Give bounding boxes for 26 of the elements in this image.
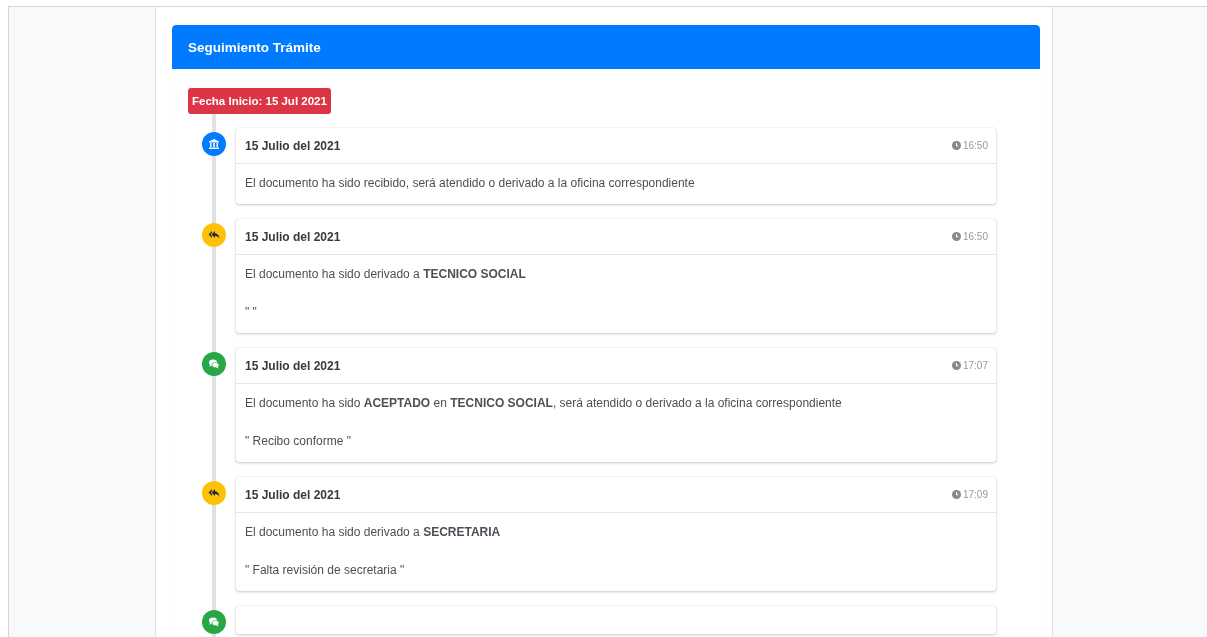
event-time: 17:09 <box>962 489 988 500</box>
reply-all-icon <box>208 229 220 241</box>
event-note: " Falta revisión de secretaria " <box>245 563 406 577</box>
comments-icon <box>208 616 220 628</box>
event-date: 15 Julio del 2021 <box>245 229 341 244</box>
event-date: 15 Julio del 2021 <box>245 358 341 373</box>
event-time: 17:07 <box>962 360 988 371</box>
event-message: El documento ha sido ACEPTADO en TECNICO SOCIAL, será atendido o derivado a la oficina correspondiente <box>245 396 843 410</box>
card-title: Seguimiento Trámite <box>172 25 1040 69</box>
event-note: " Recibo conforme " <box>245 434 352 448</box>
bank-icon <box>208 138 220 150</box>
clock-icon <box>951 232 961 241</box>
event-time: 16:50 <box>962 140 988 151</box>
event-message: El documento ha sido derivado a SECRETARIA <box>245 525 502 539</box>
clock-icon <box>951 490 961 499</box>
reply-all-icon <box>208 487 220 499</box>
start-date-badge: Fecha Inicio: 15 Jul 2021 <box>188 88 331 114</box>
comments-icon <box>208 358 220 370</box>
event-message: El documento ha sido recibido, será atendido o derivado a la oficina correspondiente <box>245 176 696 190</box>
event-note: " " <box>245 305 258 319</box>
event-time: 16:50 <box>962 231 988 242</box>
clock-icon <box>951 361 961 370</box>
event-date: 15 Julio del 2021 <box>245 138 341 153</box>
event-message: El documento ha sido derivado a TECNICO SOCIAL <box>245 267 527 281</box>
clock-icon <box>951 141 961 150</box>
event-date: 15 Julio del 2021 <box>245 487 341 502</box>
